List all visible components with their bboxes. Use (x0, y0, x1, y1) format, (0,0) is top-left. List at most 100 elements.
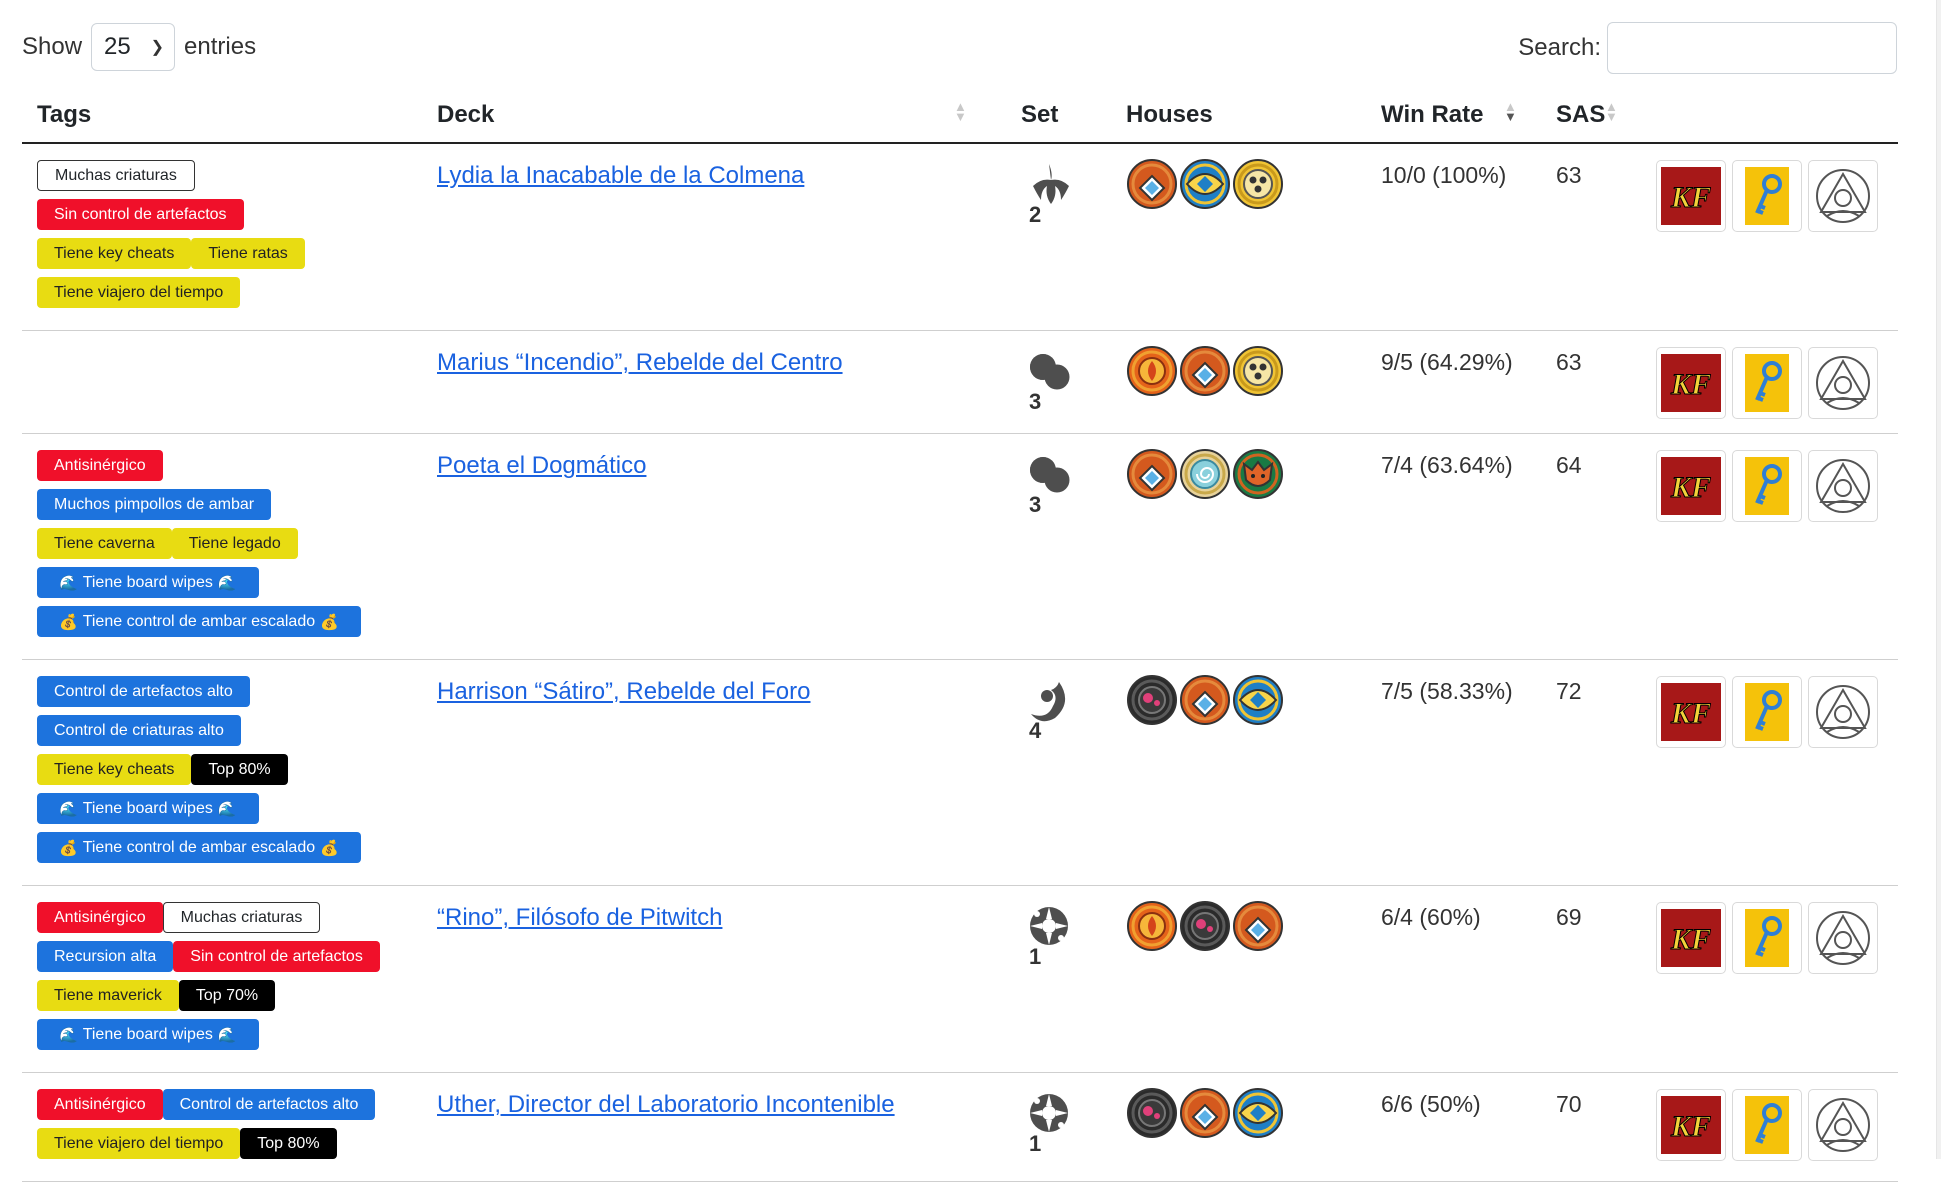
archon-arcana-button[interactable] (1808, 676, 1878, 748)
deck-name-link[interactable]: Lydia la Inacabable de la Colmena (437, 162, 804, 190)
deck-name-link[interactable]: Uther, Director del Laboratorio Inconten… (437, 1091, 895, 1119)
tag-badge[interactable]: Control de artefactos alto (162, 1089, 376, 1120)
house-dis-icon (1127, 346, 1177, 396)
deck-name-link[interactable]: Poeta el Dogmático (437, 452, 646, 480)
tag-label: Tiene control de ambar escalado (82, 838, 316, 856)
deck-name-link[interactable]: Marius “Incendio”, Rebelde del Centro (437, 349, 843, 377)
tag-badge[interactable]: Control de artefactos alto (37, 676, 250, 707)
column-header-deck[interactable]: Deck ▲ ▼ (422, 88, 1006, 144)
table-row: Control de artefactos alto Control de cri… (22, 659, 1898, 886)
tag-badge[interactable]: Tiene legado (171, 528, 298, 559)
table-toolbar: Show 25 ❯ entries Search: (22, 22, 1897, 78)
house-icons (1126, 1087, 1351, 1139)
tag-badge[interactable]: Tiene viajero del tiempo (37, 1128, 241, 1159)
archon-arcana-button[interactable] (1808, 450, 1878, 522)
tag-badge[interactable]: Antisinérgico (37, 902, 163, 933)
vertical-scrollbar[interactable] (1936, 0, 1941, 1159)
tags-cell: Antisinérgico Muchas criaturas Recursion a… (22, 885, 422, 1073)
tag-line: Tiene viajero del tiempo Top 80% (37, 1128, 407, 1159)
tag-badge[interactable]: 🌊 Tiene board wipes 🌊 (37, 567, 259, 598)
houses-cell (1111, 433, 1366, 660)
tag-badge[interactable]: Top 70% (178, 980, 276, 1011)
keyforge-link-button[interactable]: KF (1656, 902, 1726, 974)
tag-line: Antisinérgico Control de artefactos alto (37, 1089, 407, 1120)
tag-badge[interactable]: Muchas criaturas (37, 160, 195, 191)
tag-badge[interactable]: Antisinérgico (37, 450, 163, 481)
house-icons (1126, 674, 1351, 726)
set-mass-mutation-icon (1033, 164, 1069, 204)
set-cell: 2 (1006, 143, 1111, 331)
tag-badge[interactable]: 💰 Tiene control de ambar escalado 💰 (37, 832, 361, 863)
key-link-button[interactable] (1732, 347, 1802, 419)
tag-badge[interactable]: Tiene ratas (191, 238, 305, 269)
wave-icon: 🌊 (217, 800, 237, 818)
archon-arcana-button[interactable] (1808, 902, 1878, 974)
sas-value: 63 (1556, 349, 1582, 375)
keyforge-link-button[interactable]: KF (1656, 347, 1726, 419)
tag-label: Antisinérgico (54, 456, 146, 474)
deck-name-link[interactable]: Harrison “Sátiro”, Rebelde del Foro (437, 678, 811, 706)
show-label: Show (22, 33, 83, 60)
house-logos-icon (1180, 346, 1230, 396)
tag-badge[interactable]: 💰 Tiene control de ambar escalado 💰 (37, 606, 361, 637)
key-icon (1745, 1096, 1789, 1154)
archon-arcana-button[interactable] (1808, 1089, 1878, 1161)
keyforge-link-button[interactable]: KF (1656, 450, 1726, 522)
tag-label: Tiene board wipes (82, 799, 213, 817)
tag-badge[interactable]: 🌊 Tiene board wipes 🌊 (37, 793, 259, 824)
keyforge-site-icon: KF (1661, 909, 1721, 967)
table-header-row: Tags Deck ▲ ▼ Set Houses Win Rate ▲ ▼ SAS ▲ ▼ (22, 88, 1898, 144)
keyforge-link-button[interactable]: KF (1656, 1089, 1726, 1161)
column-header-sas[interactable]: SAS ▲ ▼ (1541, 88, 1641, 144)
tag-badge[interactable]: Control de criaturas alto (37, 715, 241, 746)
tag-badge[interactable]: Recursion alta (37, 941, 174, 972)
tag-badge[interactable]: Tiene maverick (37, 980, 179, 1011)
archon-arcana-button[interactable] (1808, 347, 1878, 419)
tag-line: Sin control de artefactos (37, 199, 407, 230)
keyforge-link-button[interactable]: KF (1656, 676, 1726, 748)
set-cell: 1 (1006, 1072, 1111, 1182)
tag-badge[interactable]: Top 80% (191, 754, 288, 785)
house-dis-icon (1127, 901, 1177, 951)
search-control: Search: (1518, 22, 1897, 74)
search-input[interactable] (1607, 22, 1897, 74)
key-link-button[interactable] (1732, 160, 1802, 232)
tag-badge[interactable]: Tiene key cheats (37, 238, 192, 269)
column-header-win-rate[interactable]: Win Rate ▲ ▼ (1366, 88, 1541, 144)
deck-name-link[interactable]: “Rino”, Filósofo de Pitwitch (437, 904, 722, 932)
row-actions: KF (1656, 450, 1883, 522)
tag-badge[interactable]: Top 80% (240, 1128, 337, 1159)
tag-badge[interactable]: Muchas criaturas (162, 902, 321, 933)
key-link-button[interactable] (1732, 1089, 1802, 1161)
tag-badge[interactable]: 🌊 Tiene board wipes 🌊 (37, 1019, 259, 1050)
wave-icon: 🌊 (217, 1026, 237, 1044)
keyforge-link-button[interactable]: KF (1656, 160, 1726, 232)
tags-cell: Control de artefactos alto Control de cri… (22, 659, 422, 886)
tag-label: Sin control de artefactos (190, 947, 363, 965)
tag-badge[interactable]: Sin control de artefactos (37, 199, 244, 230)
tag-label: Tiene ratas (208, 244, 288, 262)
key-link-button[interactable] (1732, 676, 1802, 748)
house-mars-icon (1127, 675, 1177, 725)
tag-label: Tiene viajero del tiempo (54, 1134, 224, 1152)
tag-label: Tiene maverick (54, 986, 162, 1004)
archon-arcana-button[interactable] (1808, 160, 1878, 232)
sas-cell: 63 (1541, 143, 1641, 331)
tag-badge[interactable]: Antisinérgico (37, 1089, 163, 1120)
table-row: Antisinérgico Muchas criaturas Recursion a… (22, 885, 1898, 1073)
tag-badge[interactable]: Tiene viajero del tiempo (37, 277, 241, 308)
set-number: 1 (1029, 1131, 1042, 1156)
key-link-button[interactable] (1732, 450, 1802, 522)
tag-badge[interactable]: Tiene caverna (37, 528, 172, 559)
tag-badge[interactable]: Sin control de artefactos (173, 941, 380, 972)
houses-cell (1111, 659, 1366, 886)
page-size-select[interactable]: 25 ❯ (91, 23, 176, 71)
key-link-button[interactable] (1732, 902, 1802, 974)
row-actions: KF (1656, 347, 1883, 419)
tags-cell: Antisinérgico Control de artefactos alto T… (22, 1072, 422, 1182)
tag-badge[interactable]: Muchos pimpollos de ambar (37, 489, 272, 520)
tag-label: Tiene key cheats (54, 760, 175, 778)
tag-badge[interactable]: Tiene key cheats (37, 754, 192, 785)
tag-line: Muchos pimpollos de ambar (37, 489, 407, 520)
tag-label: Muchas criaturas (55, 166, 177, 184)
